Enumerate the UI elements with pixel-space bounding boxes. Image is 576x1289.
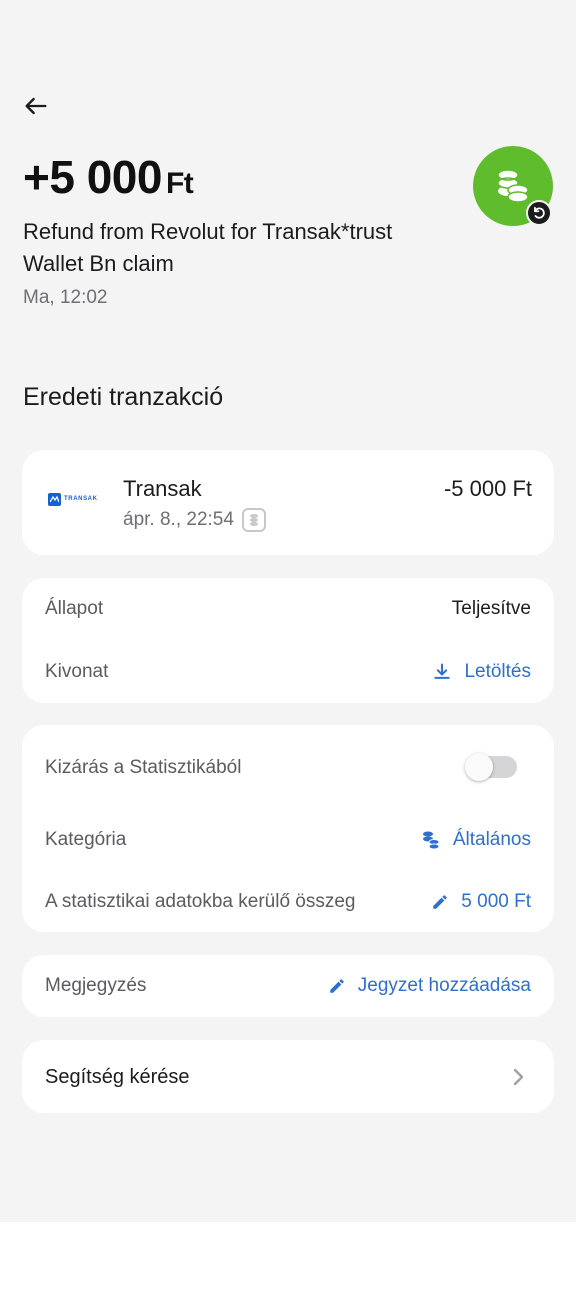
transaction-time: Ma, 12:02 bbox=[23, 287, 108, 308]
download-icon bbox=[434, 663, 451, 679]
coins-icon bbox=[497, 169, 529, 203]
category-value: Általános bbox=[452, 829, 531, 850]
stat-amount-value: 5 000 Ft bbox=[461, 891, 531, 912]
original-transaction-card[interactable]: TRANSAK Transak ápr. 8., 22:54 -5 000 Ft bbox=[22, 450, 554, 555]
transaction-date-text: ápr. 8., 22:54 bbox=[123, 509, 234, 530]
transaction-date: ápr. 8., 22:54 bbox=[123, 508, 266, 532]
get-help-label: Segítség kérése bbox=[45, 1066, 190, 1088]
amount-currency: Ft bbox=[165, 167, 194, 200]
add-note-button[interactable]: Jegyzet hozzáadása bbox=[328, 975, 531, 997]
coins-badge-icon bbox=[241, 508, 266, 532]
statement-label: Kivonat bbox=[45, 661, 109, 682]
download-statement-button[interactable]: Letöltés bbox=[432, 661, 531, 683]
status-card: Állapot Teljesítve Kivonat Letöltés bbox=[22, 578, 554, 703]
amount-value: +5 000 bbox=[23, 151, 162, 203]
back-button[interactable] bbox=[20, 90, 52, 122]
transak-logo-mark bbox=[48, 492, 61, 506]
download-label: Letöltés bbox=[464, 661, 531, 682]
original-amount: -5 000 Ft bbox=[443, 476, 532, 501]
note-label: Megjegyzés bbox=[45, 975, 147, 996]
category-label: Kategória bbox=[45, 829, 127, 850]
status-value: Teljesítve bbox=[451, 598, 531, 619]
exclude-statistics-toggle[interactable] bbox=[465, 753, 517, 781]
statistics-card: Kizárás a Statisztikából Kategória Által… bbox=[22, 725, 554, 932]
get-help-button[interactable]: Segítség kérése bbox=[22, 1040, 554, 1113]
refund-icon bbox=[534, 206, 545, 219]
toggle-knob bbox=[465, 753, 493, 781]
category-button[interactable]: Általános bbox=[421, 829, 531, 851]
refund-badge bbox=[526, 200, 552, 226]
arrow-left-icon bbox=[25, 97, 47, 115]
pencil-icon bbox=[433, 895, 448, 909]
stat-amount-label: A statisztikai adatokba kerülő összeg bbox=[45, 891, 356, 912]
transaction-detail-screen: +5 000 Ft Refund from Revolut for Transak… bbox=[0, 0, 576, 1222]
original-transaction-title: Eredeti tranzakció bbox=[23, 383, 224, 411]
merchant-name: Transak bbox=[123, 476, 202, 501]
pencil-icon bbox=[330, 979, 344, 993]
transak-logo-text: TRANSAK bbox=[64, 496, 98, 502]
category-coins-icon bbox=[422, 831, 440, 850]
status-label: Állapot bbox=[45, 598, 104, 619]
transak-logo: TRANSAK bbox=[48, 492, 100, 506]
note-card: Megjegyzés Jegyzet hozzáadása bbox=[22, 955, 554, 1017]
edit-stat-amount-button[interactable]: 5 000 Ft bbox=[431, 891, 531, 913]
transaction-description: Refund from Revolut for Transak*trust Wa… bbox=[23, 219, 393, 276]
add-note-label: Jegyzet hozzáadása bbox=[357, 975, 531, 996]
exclude-statistics-label: Kizárás a Statisztikából bbox=[45, 757, 242, 778]
transaction-amount: +5 000 Ft bbox=[23, 150, 194, 204]
chevron-right-icon bbox=[513, 1068, 524, 1086]
